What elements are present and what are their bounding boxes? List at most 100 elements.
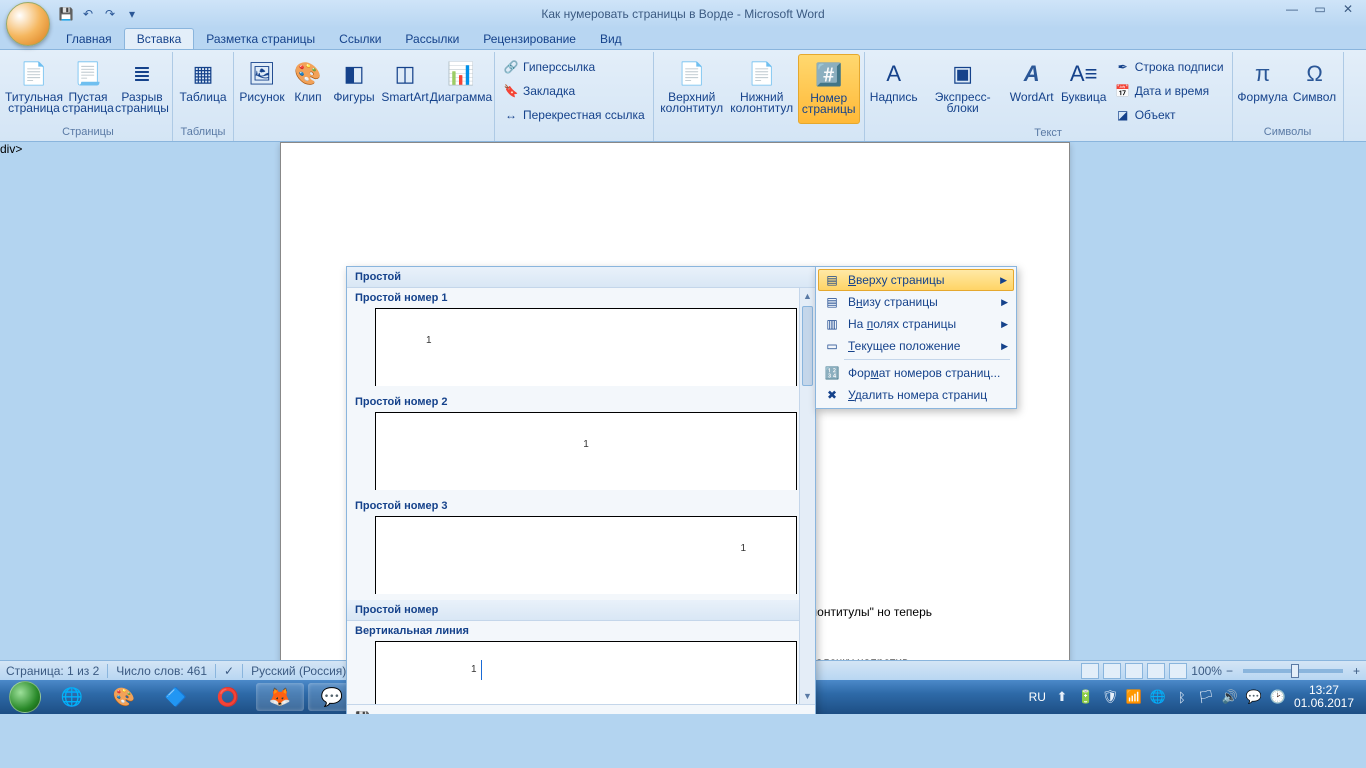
start-button[interactable]	[4, 680, 46, 714]
zoom-slider[interactable]	[1243, 669, 1343, 673]
status-words[interactable]: Число слов: 461	[116, 664, 207, 678]
header-icon: 📄	[676, 58, 708, 90]
tray-language[interactable]: RU	[1029, 690, 1046, 704]
submenu-top-of-page[interactable]: ▤ Вверху страницы ▶	[818, 269, 1014, 291]
dropcap-button[interactable]: A≡Буквица	[1059, 54, 1109, 124]
gallery-scrollbar[interactable]: ▲ ▼	[799, 288, 815, 704]
wordart-icon: A	[1016, 58, 1048, 90]
view-outline[interactable]	[1147, 663, 1165, 679]
tray-icon[interactable]: 🌐	[1150, 689, 1166, 705]
submenu-current-position[interactable]: ▭ Текущее положение ▶	[818, 335, 1014, 357]
scroll-down-icon[interactable]: ▼	[800, 688, 815, 704]
gallery-item-3[interactable]: 1	[375, 516, 797, 594]
proofing-icon[interactable]: ✓	[224, 664, 234, 678]
scroll-thumb[interactable]	[802, 306, 813, 386]
zoom-in-button[interactable]: +	[1353, 664, 1360, 678]
footer-button[interactable]: 📄Нижний колонтитул	[728, 54, 796, 124]
view-web-layout[interactable]	[1125, 663, 1143, 679]
table-button[interactable]: ▦Таблица	[177, 54, 229, 124]
smartart-button[interactable]: ◫SmartArt	[380, 54, 430, 124]
maximize-button[interactable]: ▭	[1306, 0, 1334, 18]
tray-icon[interactable]: 🕑	[1270, 689, 1286, 705]
submenu-page-margins[interactable]: ▥ На полях страницы ▶	[818, 313, 1014, 335]
tray-icon[interactable]: 💬	[1246, 689, 1262, 705]
tray-icon[interactable]: 🔋	[1078, 689, 1094, 705]
task-app2[interactable]: ⭕	[204, 683, 252, 711]
tab-insert[interactable]: Вставка	[124, 28, 195, 49]
submenu-format-numbers[interactable]: 🔢 Формат номеров страниц...	[818, 362, 1014, 384]
page-number-gallery: Простой ▲ ▼ Простой номер 1 1 Простой но…	[346, 266, 816, 714]
shapes-button[interactable]: ◧Фигуры	[330, 54, 378, 124]
gallery-item-1[interactable]: 1	[375, 308, 797, 386]
task-firefox[interactable]: 🦊	[256, 683, 304, 711]
zoom-out-button[interactable]: −	[1226, 664, 1233, 678]
tray-icon[interactable]: 🛡	[1102, 689, 1118, 705]
qat-customize-icon[interactable]: ▾	[122, 4, 142, 24]
tray-icon[interactable]: 🏳	[1198, 689, 1214, 705]
group-illustrations: 🖼Рисунок 🎨Клип ◧Фигуры ◫SmartArt 📊Диагра…	[234, 52, 495, 141]
signature-button[interactable]: ✒Строка подписи	[1111, 56, 1228, 78]
task-app1[interactable]: 🔷	[152, 683, 200, 711]
wordart-button[interactable]: AWordArt	[1007, 54, 1057, 124]
chart-button[interactable]: 📊Диаграмма	[432, 54, 490, 124]
format-icon: 🔢	[824, 365, 840, 381]
task-paint[interactable]: 🎨	[100, 683, 148, 711]
office-button[interactable]	[6, 2, 50, 46]
gallery-item-2[interactable]: 1	[375, 412, 797, 490]
tab-view[interactable]: Вид	[588, 29, 634, 49]
tab-references[interactable]: Ссылки	[327, 29, 393, 49]
tab-layout[interactable]: Разметка страницы	[194, 29, 327, 49]
scroll-up-icon[interactable]: ▲	[800, 288, 815, 304]
tab-mailings[interactable]: Рассылки	[393, 29, 471, 49]
tray-volume-icon[interactable]: 🔊	[1222, 689, 1238, 705]
quickparts-button[interactable]: ▣Экспресс-блоки	[921, 54, 1005, 124]
textbox-button[interactable]: AНадпись	[869, 54, 919, 124]
blank-page-button[interactable]: 📃Пустая страница	[62, 54, 114, 124]
undo-icon[interactable]: ↶	[78, 4, 98, 24]
save-icon[interactable]: 💾	[56, 4, 76, 24]
windows-orb-icon	[9, 681, 41, 713]
cover-page-button[interactable]: 📄Титульная страница	[8, 54, 60, 124]
group-headerfooter: 📄Верхний колонтитул 📄Нижний колонтитул #…	[654, 52, 865, 141]
tab-review[interactable]: Рецензирование	[471, 29, 588, 49]
object-button[interactable]: ◪Объект	[1111, 104, 1228, 126]
bookmark-button[interactable]: 🔖Закладка	[499, 80, 649, 102]
tray-icon[interactable]: 📶	[1126, 689, 1142, 705]
symbol-button[interactable]: ΩСимвол	[1291, 54, 1339, 124]
shapes-icon: ◧	[338, 58, 370, 90]
picture-button[interactable]: 🖼Рисунок	[238, 54, 286, 124]
equation-icon: π	[1247, 58, 1279, 90]
crossref-button[interactable]: ↔Перекрестная ссылка	[499, 104, 649, 126]
page-number-icon: #️⃣	[813, 59, 845, 91]
tab-home[interactable]: Главная	[54, 29, 124, 49]
submenu-bottom-of-page[interactable]: ▤ Внизу страницы ▶	[818, 291, 1014, 313]
gallery-footer[interactable]: 💾 Сохранить выделенный фрагмент как номе…	[347, 704, 815, 714]
view-full-screen[interactable]	[1103, 663, 1121, 679]
zoom-level[interactable]: 100%	[1191, 664, 1222, 678]
task-chrome[interactable]: 🌐	[48, 683, 96, 711]
zoom-slider-handle[interactable]	[1291, 664, 1299, 678]
redo-icon[interactable]: ↷	[100, 4, 120, 24]
view-print-layout[interactable]	[1081, 663, 1099, 679]
hyperlink-button[interactable]: 🔗Гиперссылка	[499, 56, 649, 78]
tray-icon[interactable]: ⬆	[1054, 689, 1070, 705]
chevron-right-icon: ▶	[1001, 319, 1008, 330]
tray-clock[interactable]: 13:27 01.06.2017	[1294, 684, 1354, 710]
quick-access-toolbar: 💾 ↶ ↷ ▾	[56, 4, 142, 24]
chevron-right-icon: ▶	[1001, 341, 1008, 352]
tray-bluetooth-icon[interactable]: ᛒ	[1174, 689, 1190, 705]
datetime-button[interactable]: 📅Дата и время	[1111, 80, 1228, 102]
header-button[interactable]: 📄Верхний колонтитул	[658, 54, 726, 124]
close-button[interactable]: ✕	[1334, 0, 1362, 18]
status-page[interactable]: Страница: 1 из 2	[6, 664, 99, 678]
gallery-item-4[interactable]: 1	[375, 641, 797, 704]
view-draft[interactable]	[1169, 663, 1187, 679]
datetime-icon: 📅	[1115, 83, 1131, 99]
status-language[interactable]: Русский (Россия)	[251, 664, 346, 678]
equation-button[interactable]: πФормула	[1237, 54, 1289, 124]
page-break-button[interactable]: ≣Разрыв страницы	[116, 54, 168, 124]
clip-button[interactable]: 🎨Клип	[288, 54, 328, 124]
submenu-remove-numbers[interactable]: ✖ Удалить номера страниц	[818, 384, 1014, 406]
minimize-button[interactable]: —	[1278, 0, 1306, 18]
page-number-button[interactable]: #️⃣Номер страницы	[798, 54, 860, 124]
